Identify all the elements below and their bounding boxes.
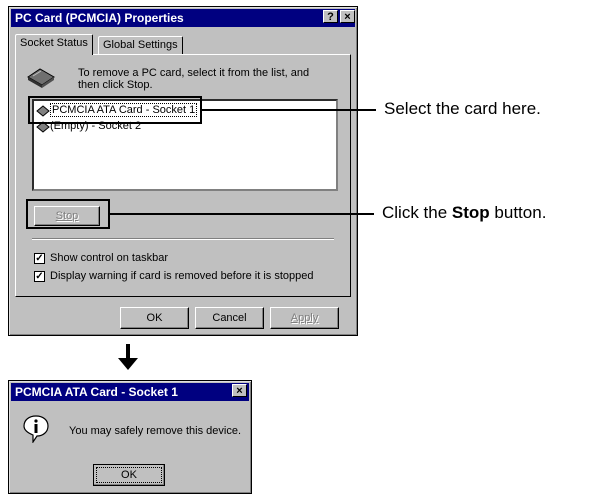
- show-control-label: Show control on taskbar: [50, 252, 169, 264]
- help-button[interactable]: ?: [323, 10, 338, 23]
- info-icon: [23, 415, 49, 444]
- stop-highlight-box: [26, 199, 110, 229]
- card-callout-line: [202, 109, 376, 111]
- pc-card-icon: [26, 67, 56, 89]
- display-warning-label: Display warning if card is removed befor…: [50, 270, 314, 282]
- message-ok-button[interactable]: OK: [93, 464, 165, 486]
- select-card-callout: Select the card here.: [384, 99, 541, 118]
- display-warning-checkbox[interactable]: ✓: [34, 271, 45, 282]
- stop-callout: Click the Stop button.: [382, 203, 546, 223]
- show-control-checkbox[interactable]: ✓: [34, 253, 45, 264]
- message-text: You may safely remove this device.: [69, 425, 242, 437]
- message-close-button[interactable]: ×: [232, 384, 247, 397]
- safe-removal-dialog: PCMCIA ATA Card - Socket 1 × You may saf…: [8, 380, 252, 494]
- card-highlight-box: [28, 96, 202, 124]
- stop-callout-bold: Stop: [451, 203, 490, 222]
- tab-global-settings[interactable]: Global Settings: [98, 36, 183, 55]
- stop-callout-prefix: Click the: [382, 203, 452, 222]
- apply-button[interactable]: Apply: [270, 307, 339, 329]
- tab-socket-status[interactable]: Socket Status: [15, 34, 93, 55]
- stop-callout-suffix: button.: [489, 203, 547, 222]
- dialog-titlebar: PC Card (PCMCIA) Properties: [11, 9, 355, 27]
- message-title: PCMCIA ATA Card - Socket 1: [15, 385, 178, 399]
- down-arrow-icon: [116, 342, 140, 372]
- ok-button[interactable]: OK: [120, 307, 189, 329]
- separator: [32, 238, 334, 240]
- stop-callout-line: [110, 213, 374, 215]
- cancel-button[interactable]: Cancel: [195, 307, 264, 329]
- instruction-text: To remove a PC card, select it from the …: [78, 67, 310, 91]
- message-titlebar: PCMCIA ATA Card - Socket 1: [11, 383, 249, 401]
- pc-card-properties-dialog: PC Card (PCMCIA) Properties ? × Socket S…: [8, 6, 358, 336]
- close-button[interactable]: ×: [340, 10, 355, 23]
- tab-panel: To remove a PC card, select it from the …: [15, 54, 351, 297]
- dialog-title: PC Card (PCMCIA) Properties: [15, 11, 184, 25]
